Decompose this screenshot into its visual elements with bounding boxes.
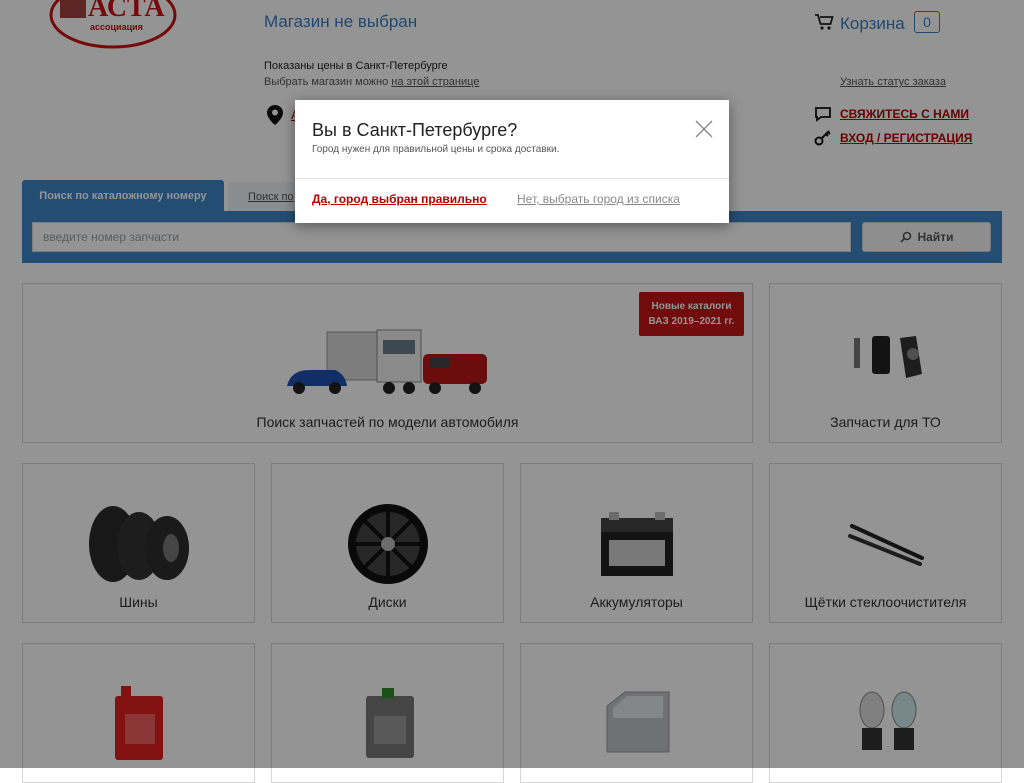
choose-city-button[interactable]: Нет, выбрать город из списка <box>517 192 680 206</box>
dialog-title: Вы в Санкт-Петербурге? <box>312 120 518 140</box>
dialog-subtitle: Город нужен для правильной цены и срока … <box>312 144 560 155</box>
close-icon[interactable] <box>695 120 713 138</box>
city-confirm-dialog: Вы в Санкт-Петербурге? Город нужен для п… <box>295 100 729 223</box>
confirm-city-button[interactable]: Да, город выбран правильно <box>312 192 487 206</box>
dialog-divider <box>295 178 729 179</box>
